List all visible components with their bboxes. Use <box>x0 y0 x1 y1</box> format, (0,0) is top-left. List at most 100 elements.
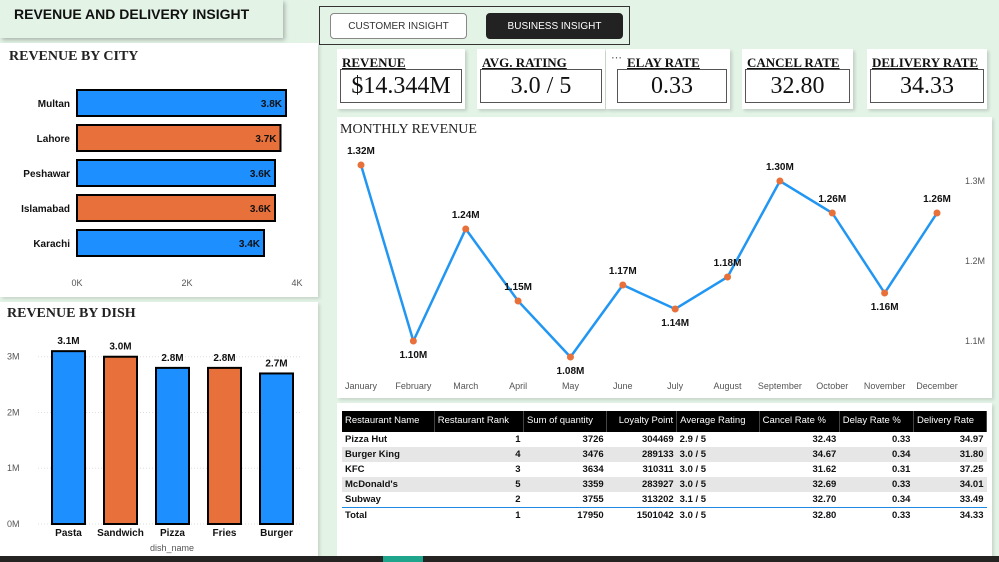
table-cell: 3.0 / 5 <box>679 464 707 475</box>
city-bar[interactable] <box>76 194 276 222</box>
col-delivery-rate[interactable]: Delivery Rate <box>913 411 988 432</box>
revenue-point[interactable] <box>462 225 470 233</box>
table-cell: 289133 <box>606 447 677 462</box>
revenue-point[interactable] <box>619 281 627 289</box>
table-cell: 3.0 / 5 <box>676 447 760 462</box>
city-x-tick-label: 2K <box>181 278 192 288</box>
dish-category-label: Pasta <box>55 528 82 539</box>
table-cell: 310311 <box>642 464 674 475</box>
kpi-value: $14.344M <box>340 69 462 103</box>
month-x-tick-label: August <box>714 381 743 391</box>
table-cell: 3359 <box>523 477 607 492</box>
dish-bar-value-label: 2.8M <box>213 353 235 364</box>
city-category-label: Karachi <box>33 239 70 250</box>
revenue-point[interactable] <box>881 289 889 297</box>
table-cell: 33.49 <box>959 494 984 505</box>
month-x-tick-label: December <box>916 381 958 391</box>
table-cell: 0.31 <box>891 464 911 475</box>
table-row[interactable]: McDonald's 5 3359 283927 3.0 / 5 32.69 0.33 34.… <box>342 477 987 492</box>
table-cell: 1 <box>434 507 524 523</box>
revenue-by-city-panel: REVENUE BY CITY Multan 3.8K Lahore 3.7K Pesh… <box>0 43 318 297</box>
col-delay-rate[interactable]: Delay Rate % <box>839 411 914 432</box>
kpi-delivery-rate: DELIVERY RATE 34.33 <box>867 49 987 109</box>
page-title: REVENUE AND DELIVERY INSIGHT <box>0 0 283 38</box>
revenue-point-label: 1.30M <box>766 162 794 173</box>
table-row[interactable]: Burger King 4 3476 289133 3.0 / 5 34.67 0.34 31… <box>342 447 987 462</box>
month-x-tick-label: January <box>345 381 378 391</box>
revenue-point[interactable] <box>828 209 836 217</box>
customer-insight-button[interactable]: CUSTOMER INSIGHT <box>330 13 467 39</box>
month-x-tick-label: June <box>613 381 633 391</box>
table-cell: Subway <box>345 494 381 505</box>
city-bar-value-label: 3.6K <box>250 204 272 215</box>
table-row[interactable]: Pizza Hut 1 3726 304469 2.9 / 5 32.43 0.33 34.9… <box>342 432 987 447</box>
ellipsis-icon[interactable]: ⋯ <box>611 51 622 64</box>
table-row[interactable]: Subway 2 3755 313202 3.1 / 5 32.70 0.34 33.49 <box>342 492 987 508</box>
month-x-tick-label: November <box>864 381 906 391</box>
table-cell: 3634 <box>582 464 604 475</box>
page-tab-bar <box>0 556 999 562</box>
table-cell: 0.33 <box>891 434 911 445</box>
revenue-point-label: 1.08M <box>557 366 585 377</box>
col-average-rating[interactable]: Average Rating <box>676 411 760 432</box>
city-bar[interactable] <box>76 124 282 152</box>
month-x-tick-label: March <box>453 381 478 391</box>
table-cell: 34.67 <box>759 447 840 462</box>
monthly-revenue-chart: 1.1M 1.2M 1.3M 1.32M January 1.10M February 1.2… <box>345 146 985 391</box>
kpi-delay-rate: ⋯ ELAY RATE 0.33 <box>606 49 730 109</box>
kpi-cancel-rate: CANCEL RATE 32.80 <box>742 49 853 109</box>
table-total-row[interactable]: Total 1 17950 1501042 3.0 / 5 32.80 0.33 34.33 <box>342 507 987 523</box>
dish-bar[interactable] <box>103 355 138 525</box>
revenue-point[interactable] <box>724 273 732 281</box>
dish-bar[interactable] <box>155 366 190 525</box>
revenue-point[interactable] <box>566 353 574 361</box>
dish-bar-value-label: 3.0M <box>109 342 131 353</box>
table-cell: 5 <box>434 477 524 492</box>
city-bar-value-label: 3.8K <box>261 99 283 110</box>
dish-category-label: Pizza <box>160 528 185 539</box>
revenue-point[interactable] <box>357 161 365 169</box>
page-tab-active[interactable] <box>383 556 423 562</box>
revenue-point[interactable] <box>933 209 941 217</box>
month-x-tick-label: July <box>667 381 684 391</box>
table-cell: 3 <box>515 464 521 475</box>
table-cell: 3476 <box>523 447 607 462</box>
city-category-label: Multan <box>38 99 70 110</box>
col-restaurant-rank[interactable]: Restaurant Rank <box>434 411 524 432</box>
table-cell: 34.01 <box>913 477 987 492</box>
col-sum-quantity[interactable]: Sum of quantity <box>523 411 608 432</box>
revenue-point[interactable] <box>776 177 784 185</box>
dish-bar[interactable] <box>259 372 294 525</box>
dish-bar[interactable] <box>207 366 242 525</box>
dish-bar-value-label: 2.8M <box>161 353 183 364</box>
table-cell: 31.62 <box>812 464 837 475</box>
month-x-tick-label: September <box>758 381 802 391</box>
table-cell: Burger King <box>342 447 435 462</box>
table-cell: 17950 <box>523 507 607 523</box>
table-cell: 2 <box>515 494 521 505</box>
table-cell: 3.0 / 5 <box>676 507 760 523</box>
revenue-point-label: 1.10M <box>399 350 427 361</box>
city-bar[interactable] <box>76 89 287 117</box>
dish-category-label: Burger <box>260 528 293 539</box>
city-bar-value-label: 3.4K <box>239 239 261 250</box>
table-cell: 283927 <box>606 477 677 492</box>
city-bar[interactable] <box>76 229 265 257</box>
table-cell: 32.80 <box>759 507 840 523</box>
table-row[interactable]: KFC 3 3634 310311 3.0 / 5 31.62 0.31 37.25 <box>342 462 987 477</box>
kpi-value: 34.33 <box>870 69 984 103</box>
revenue-point[interactable] <box>671 305 679 313</box>
revenue-point[interactable] <box>514 297 522 305</box>
col-cancel-rate[interactable]: Cancel Rate % <box>759 411 840 432</box>
business-insight-button[interactable]: BUSINESS INSIGHT <box>486 13 623 39</box>
table-cell: 1 <box>515 434 521 445</box>
table-cell: KFC <box>345 464 365 475</box>
col-loyalty-point[interactable]: Loyalty Point <box>606 411 678 432</box>
dish-bar[interactable] <box>51 350 86 525</box>
revenue-point[interactable] <box>409 337 417 345</box>
city-bar[interactable] <box>76 159 276 187</box>
revenue-point-label: 1.14M <box>661 318 689 329</box>
table-cell: Total <box>342 507 435 523</box>
table-cell: 313202 <box>641 494 674 505</box>
col-restaurant-name[interactable]: Restaurant Name <box>342 411 435 432</box>
